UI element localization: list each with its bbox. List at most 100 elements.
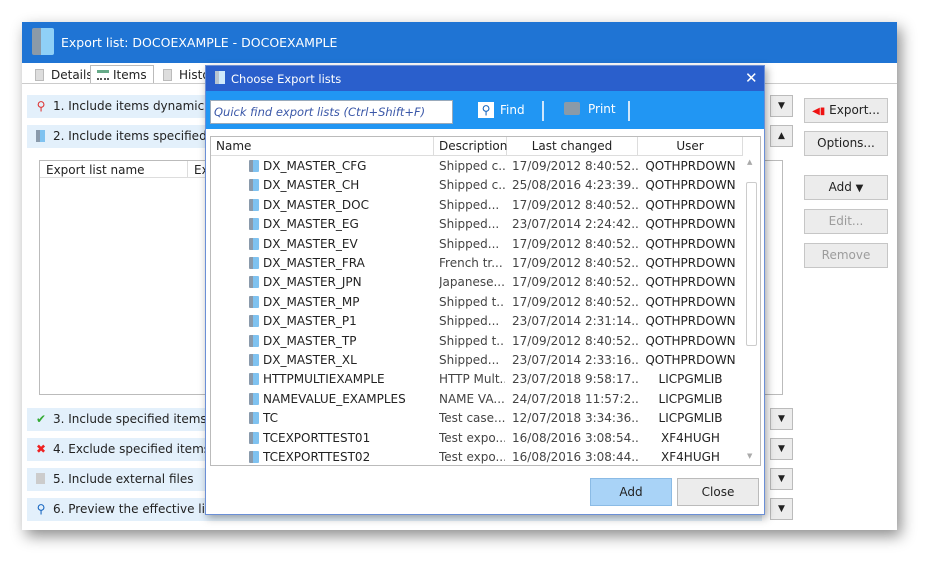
- cell-user: LICPGMLIB: [658, 391, 723, 406]
- export-list-row[interactable]: DX_MASTER_JPN Japanese... 17/09/2012 8:4…: [211, 272, 741, 291]
- expand-button[interactable]: ▼: [770, 95, 793, 117]
- cell-description: Shipped...: [439, 236, 500, 251]
- tab-label: Items: [113, 68, 147, 82]
- export-list-row[interactable]: DX_MASTER_EV Shipped... 17/09/2012 8:40:…: [211, 234, 741, 253]
- column-header-user[interactable]: User: [638, 137, 743, 156]
- scroll-up-icon[interactable]: ▲: [747, 158, 752, 166]
- export-list-row[interactable]: NAMEVALUE_EXAMPLES NAME VA... 24/07/2018…: [211, 389, 741, 408]
- export-list-row[interactable]: DX_MASTER_TP Shipped t... 17/09/2012 8:4…: [211, 331, 741, 350]
- edit-button[interactable]: Edit...: [804, 209, 888, 234]
- export-list-row[interactable]: DX_MASTER_P1 Shipped... 23/07/2014 2:31:…: [211, 311, 741, 330]
- export-list-row[interactable]: HTTPMULTIEXAMPLE HTTP Mult... 23/07/2018…: [211, 369, 741, 388]
- export-list-icon: [249, 451, 259, 463]
- export-list-icon: [249, 354, 259, 366]
- export-list-row[interactable]: TC Test case... 12/07/2018 3:34:36... LI…: [211, 408, 741, 427]
- export-list-row[interactable]: DX_MASTER_MP Shipped t... 17/09/2012 8:4…: [211, 292, 741, 311]
- button-label: Export...: [829, 103, 880, 117]
- chevron-down-icon: ▼: [778, 474, 785, 484]
- scroll-down-icon[interactable]: ▼: [747, 452, 752, 460]
- cell-last-changed: 17/09/2012 8:40:52...: [512, 333, 638, 348]
- cell-name: NAMEVALUE_EXAMPLES: [263, 391, 406, 406]
- vertical-scrollbar[interactable]: ▲ ▼: [743, 156, 760, 465]
- print-icon: [564, 102, 580, 115]
- cell-user: QOTHPRDOWN: [645, 333, 736, 348]
- cell-user: QOTHPRDOWN: [645, 236, 736, 251]
- dialog-toolbar: Quick find export lists (Ctrl+Shift+F) ⚲…: [206, 91, 764, 129]
- cell-user: QOTHPRDOWN: [645, 256, 736, 270]
- cell-user: QOTHPRDOWN: [645, 314, 736, 329]
- dialog-title-bar: Choose Export lists ✕: [206, 66, 764, 91]
- close-icon[interactable]: ✕: [745, 69, 758, 87]
- export-list-icon: [249, 412, 259, 425]
- dialog-title: Choose Export lists: [231, 72, 342, 86]
- export-list-icon: [249, 218, 259, 231]
- options-button[interactable]: Options...: [804, 131, 888, 156]
- export-list-icon: [34, 129, 48, 143]
- button-label: Find: [500, 103, 525, 117]
- cell-name: TCEXPORTTEST01: [263, 430, 371, 445]
- cell-description: Shipped...: [439, 197, 500, 212]
- cell-name: DX_MASTER_XL: [263, 353, 357, 367]
- expand-button[interactable]: ▼: [770, 438, 793, 460]
- cell-name: DX_MASTER_P1: [263, 314, 357, 329]
- remove-button[interactable]: Remove: [804, 243, 888, 268]
- history-icon: [163, 69, 172, 81]
- expand-button[interactable]: ▼: [770, 498, 793, 520]
- cell-last-changed: 17/09/2012 8:40:52...: [512, 159, 638, 173]
- expand-button[interactable]: ▼: [770, 408, 793, 430]
- export-list-row[interactable]: DX_MASTER_CFG Shipped c... 17/09/2012 8:…: [211, 156, 741, 175]
- export-list-row[interactable]: DX_MASTER_CH Shipped c... 25/08/2016 4:2…: [211, 175, 741, 194]
- toolbar-separator: [542, 101, 544, 121]
- collapse-button[interactable]: ▲: [770, 125, 793, 147]
- scrollbar-thumb[interactable]: [746, 182, 757, 346]
- cell-last-changed: 23/07/2014 2:31:14...: [512, 314, 638, 329]
- window-title: Export list: DOCOEXAMPLE - DOCOEXAMPLE: [61, 35, 338, 50]
- export-list-row[interactable]: DX_MASTER_XL Shipped... 23/07/2014 2:33:…: [211, 350, 741, 369]
- add-button[interactable]: Add ▼: [804, 175, 888, 200]
- cell-name: DX_MASTER_CH: [263, 178, 360, 193]
- title-bar: Export list: DOCOEXAMPLE - DOCOEXAMPLE: [22, 22, 897, 63]
- cell-description: Shipped...: [439, 314, 500, 329]
- cell-last-changed: 17/09/2012 8:40:52...: [512, 197, 638, 212]
- cell-last-changed: 23/07/2014 2:24:42...: [512, 217, 638, 232]
- cell-name: DX_MASTER_MP: [263, 294, 360, 309]
- cell-name: DX_MASTER_EG: [263, 217, 359, 232]
- dialog-close-button[interactable]: Close: [677, 478, 759, 506]
- tab-items[interactable]: Items: [90, 65, 154, 84]
- column-header-export-list-name[interactable]: Export list name: [40, 161, 188, 178]
- export-list-icon: [249, 334, 259, 347]
- find-button[interactable]: ⚲ Find: [478, 102, 525, 122]
- cell-user: LICPGMLIB: [658, 411, 723, 426]
- dialog-add-button[interactable]: Add: [590, 478, 672, 506]
- export-lists-grid[interactable]: Name Description Last changed User DX_MA…: [210, 136, 761, 466]
- export-list-row[interactable]: TCEXPORTTEST01 Test expo... 16/08/2016 3…: [211, 428, 741, 447]
- section-label: 3. Include specified items: [53, 412, 207, 426]
- cell-last-changed: 17/09/2012 8:40:52...: [512, 294, 638, 309]
- export-list-row[interactable]: TCEXPORTTEST02 Test expo... 16/08/2016 3…: [211, 447, 741, 465]
- toolbar-separator: [628, 101, 630, 121]
- tab-history[interactable]: History: [156, 65, 206, 84]
- expand-button[interactable]: ▼: [770, 468, 793, 490]
- export-list-row[interactable]: DX_MASTER_FRA French tr... 17/09/2012 8:…: [211, 253, 741, 272]
- cell-description: Test case...: [439, 411, 505, 426]
- quick-find-input[interactable]: Quick find export lists (Ctrl+Shift+F): [210, 100, 453, 124]
- cell-name: DX_MASTER_DOC: [263, 197, 369, 212]
- cell-description: Test expo...: [439, 450, 505, 464]
- find-icon: ⚲: [478, 102, 494, 118]
- export-list-icon: [249, 198, 259, 211]
- column-header-description[interactable]: Description: [434, 137, 507, 156]
- export-list-row[interactable]: DX_MASTER_DOC Shipped... 17/09/2012 8:40…: [211, 195, 741, 214]
- export-button[interactable]: ◀▮ Export...: [804, 98, 888, 123]
- export-list-icon: [249, 276, 259, 289]
- export-list-row[interactable]: DX_MASTER_EG Shipped... 23/07/2014 2:24:…: [211, 214, 741, 233]
- column-header-name[interactable]: Name: [211, 137, 434, 156]
- export-list-icon: [32, 28, 54, 55]
- tab-details[interactable]: Details: [28, 65, 100, 84]
- chevron-down-icon: ▼: [778, 444, 785, 454]
- cell-user: XF4HUGH: [661, 430, 720, 445]
- column-header-last-changed[interactable]: Last changed: [507, 137, 638, 156]
- x-icon: ✖: [35, 442, 47, 456]
- chevron-down-icon: ▼: [778, 414, 785, 424]
- print-button[interactable]: Print: [564, 102, 616, 122]
- cell-description: Japanese...: [439, 275, 505, 290]
